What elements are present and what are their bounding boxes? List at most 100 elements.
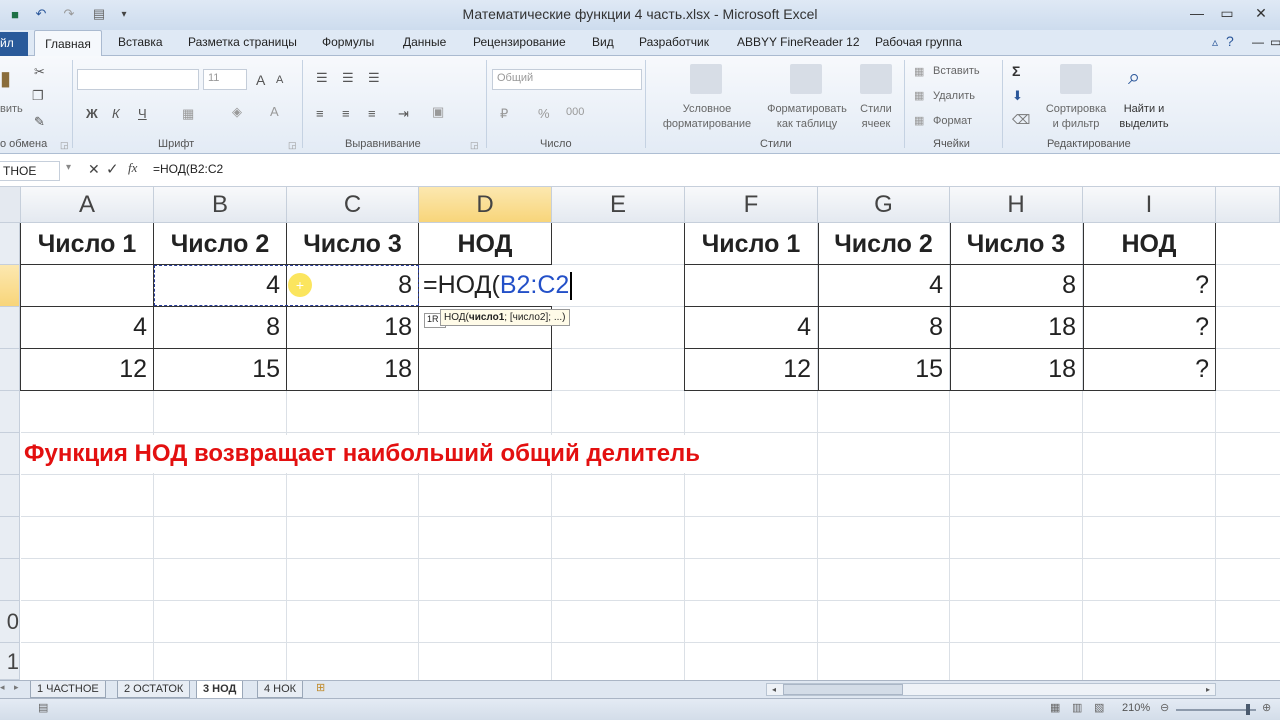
header-cell[interactable]: Число 1 — [685, 224, 817, 265]
data-cell[interactable]: 15 — [154, 349, 286, 390]
sort-filter-button[interactable]: Сортировка и фильтр — [1040, 102, 1112, 132]
font-color-icon[interactable]: A — [270, 104, 279, 119]
name-box[interactable]: ТНОЕ — [0, 161, 60, 181]
tab-developer[interactable]: Разработчик — [639, 35, 709, 49]
data-cell[interactable]: 8 — [818, 307, 949, 348]
sheet-tab-4[interactable]: 4 НОК — [257, 681, 304, 698]
minimize-button[interactable]: — — [1182, 2, 1212, 24]
header-cell[interactable]: Число 1 — [21, 224, 153, 265]
find-select-button[interactable]: Найти и выделить — [1112, 102, 1176, 132]
cell-styles-icon[interactable] — [860, 64, 892, 94]
data-cell[interactable]: 4 — [21, 307, 153, 348]
row-header[interactable] — [0, 223, 20, 265]
enter-entry-icon[interactable]: ✓ — [106, 160, 119, 178]
header-cell[interactable]: Число 2 — [818, 224, 949, 265]
tab-abbyy[interactable]: ABBYY FineReader 12 — [737, 35, 860, 49]
conditional-format-button[interactable]: Условное форматирование — [652, 102, 762, 132]
cell-styles-button[interactable]: Стили ячеек — [852, 102, 900, 132]
scroll-thumb[interactable] — [783, 684, 903, 695]
borders-icon[interactable]: ▦ — [182, 106, 194, 122]
data-cell[interactable]: 18 — [287, 349, 418, 390]
row-header[interactable] — [0, 559, 20, 601]
binoculars-icon[interactable]: ⌕ — [1128, 64, 1140, 90]
align-right-icon[interactable]: ≡ — [368, 106, 376, 121]
tab-workgroup[interactable]: Рабочая группа — [875, 35, 962, 49]
page-break-view-icon[interactable]: ▧ — [1094, 701, 1104, 714]
indent-icon[interactable]: ⇥ — [398, 106, 409, 122]
fill-color-icon[interactable]: ◈ — [232, 104, 242, 120]
font-launcher-icon[interactable]: ◲ — [288, 140, 297, 151]
insert-cells-icon[interactable]: ▦ — [914, 65, 924, 78]
data-cell[interactable]: ? — [1083, 349, 1215, 390]
tab-data[interactable]: Данные — [403, 35, 446, 49]
format-cells-icon[interactable]: ▦ — [914, 114, 924, 127]
header-cell[interactable]: Число 3 — [950, 224, 1082, 265]
column-header-f[interactable]: F — [685, 187, 818, 223]
data-cell[interactable]: 18 — [950, 307, 1082, 348]
autosum-icon[interactable]: Σ — [1012, 63, 1020, 79]
insert-cells-button[interactable]: Вставить — [933, 64, 980, 79]
column-header-a[interactable]: A — [21, 187, 154, 223]
scroll-left-icon[interactable]: ◂ — [767, 684, 781, 695]
workbook-minimize-icon[interactable]: — — [1252, 35, 1264, 49]
row-header[interactable] — [0, 391, 20, 433]
delete-cells-button[interactable]: Удалить — [933, 89, 975, 104]
underline-icon[interactable]: Ч — [138, 106, 147, 121]
row-header[interactable]: 1 — [0, 643, 20, 680]
column-header-d[interactable]: D — [419, 187, 552, 223]
minimize-ribbon-icon[interactable]: ▵ — [1212, 35, 1218, 49]
row-header[interactable] — [0, 307, 20, 349]
data-cell[interactable]: 12 — [21, 349, 153, 390]
format-painter-icon[interactable]: ✎ — [34, 114, 45, 130]
tab-scroll-prev-icon[interactable]: ◂ — [0, 682, 5, 693]
row-header[interactable] — [0, 349, 20, 391]
column-header-i[interactable]: I — [1083, 187, 1216, 223]
tooltip-function-name[interactable]: НОД( — [444, 312, 469, 323]
header-cell[interactable]: НОД — [1083, 224, 1215, 265]
align-left-icon[interactable]: ≡ — [316, 106, 324, 121]
conditional-format-icon[interactable] — [690, 64, 722, 94]
header-cell[interactable]: Число 3 — [287, 224, 418, 265]
number-format-select[interactable]: Общий — [492, 69, 642, 90]
close-button[interactable]: ✕ — [1242, 2, 1280, 24]
font-size-select[interactable]: 11 — [203, 69, 247, 90]
macro-record-icon[interactable]: ▤ — [38, 701, 48, 714]
copy-icon[interactable]: ❐ — [32, 88, 44, 104]
formula-input[interactable]: =НОД(B2:C2 — [153, 162, 223, 176]
row-header[interactable] — [0, 475, 20, 517]
row-header-active[interactable] — [0, 265, 20, 307]
data-cell[interactable]: 4 — [818, 265, 949, 306]
page-layout-view-icon[interactable]: ▥ — [1072, 701, 1082, 714]
header-cell[interactable]: Число 2 — [154, 224, 286, 265]
clear-icon[interactable]: ⌫ — [1012, 112, 1030, 128]
column-header-c[interactable]: C — [287, 187, 419, 223]
header-cell[interactable]: НОД — [419, 224, 551, 265]
column-header-h[interactable]: H — [950, 187, 1083, 223]
zoom-slider-thumb[interactable] — [1246, 704, 1250, 715]
percent-icon[interactable]: % — [538, 106, 550, 121]
data-cell[interactable] — [685, 265, 817, 306]
tab-view[interactable]: Вид — [592, 35, 614, 49]
currency-icon[interactable]: ₽ — [500, 106, 508, 122]
merge-icon[interactable]: ▣ — [432, 104, 444, 120]
tab-page-layout[interactable]: Разметка страницы — [188, 35, 297, 49]
data-cell[interactable]: 12 — [685, 349, 817, 390]
tab-review[interactable]: Рецензирование — [473, 35, 566, 49]
format-as-table-icon[interactable] — [790, 64, 822, 94]
paste-icon[interactable]: ▮ — [0, 66, 11, 91]
data-cell[interactable]: 18 — [287, 307, 418, 348]
alignment-launcher-icon[interactable]: ◲ — [470, 140, 479, 151]
shrink-font-icon[interactable]: A — [276, 74, 283, 86]
fill-icon[interactable]: ⬇ — [1012, 88, 1023, 104]
insert-function-icon[interactable]: fx — [128, 160, 137, 176]
clipboard-launcher-icon[interactable]: ◲ — [60, 140, 69, 151]
tab-scroll-next-icon[interactable]: ▸ — [14, 682, 19, 693]
name-box-dropdown-icon[interactable]: ▾ — [66, 162, 71, 173]
align-bottom-icon[interactable]: ☰ — [368, 70, 380, 86]
tab-insert[interactable]: Вставка — [118, 35, 163, 49]
align-top-icon[interactable]: ☰ — [316, 70, 328, 86]
italic-icon[interactable]: К — [112, 106, 120, 121]
align-middle-icon[interactable]: ☰ — [342, 70, 354, 86]
row-header[interactable] — [0, 433, 20, 475]
tab-formulas[interactable]: Формулы — [322, 35, 374, 49]
